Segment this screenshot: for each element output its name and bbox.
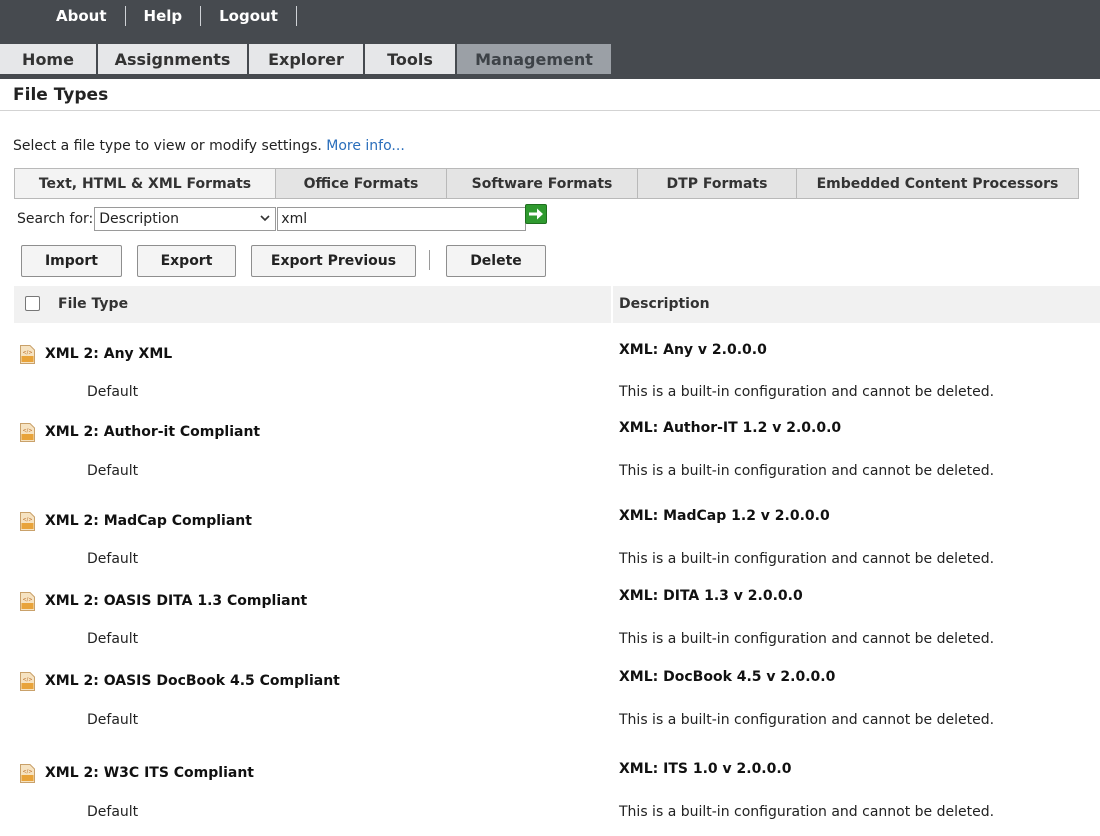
tab-dtp-formats[interactable]: DTP Formats bbox=[637, 168, 797, 199]
export-previous-button[interactable]: Export Previous bbox=[251, 245, 416, 277]
file-type-note: This is a built-in configuration and can… bbox=[619, 631, 995, 647]
svg-text:</>: </> bbox=[22, 597, 32, 603]
svg-text:</>: </> bbox=[22, 677, 32, 683]
tab-explorer[interactable]: Explorer bbox=[249, 44, 365, 74]
search-input[interactable]: xml bbox=[277, 207, 527, 231]
file-type-description: XML: DocBook 4.5 v 2.0.0.0 bbox=[619, 669, 836, 685]
file-type-note: This is a built-in configuration and can… bbox=[619, 384, 995, 400]
xml-file-icon: </> bbox=[20, 592, 35, 611]
file-type-note: This is a built-in configuration and can… bbox=[619, 463, 995, 479]
arrow-right-icon bbox=[529, 208, 543, 220]
tab-assignments[interactable]: Assignments bbox=[98, 44, 249, 74]
about-link[interactable]: About bbox=[38, 6, 126, 26]
xml-file-icon: </> bbox=[20, 672, 35, 691]
format-tabs-divider bbox=[14, 198, 1078, 199]
file-type-config: Default bbox=[87, 712, 139, 728]
file-type-name[interactable]: XML 2: W3C ITS Compliant bbox=[45, 765, 254, 781]
search-field-value: Description bbox=[99, 211, 180, 227]
file-type-config: Default bbox=[87, 631, 139, 647]
import-button[interactable]: Import bbox=[21, 245, 122, 277]
svg-text:</>: </> bbox=[22, 350, 32, 356]
header-description[interactable]: Description bbox=[619, 296, 710, 312]
file-type-config: Default bbox=[87, 384, 139, 400]
delete-button[interactable]: Delete bbox=[446, 245, 546, 277]
tab-software-formats[interactable]: Software Formats bbox=[446, 168, 638, 199]
xml-file-icon: </> bbox=[20, 345, 35, 364]
file-type-name[interactable]: XML 2: Author-it Compliant bbox=[45, 424, 260, 440]
search-row: Search for: Description xml bbox=[17, 206, 527, 232]
tab-management[interactable]: Management bbox=[457, 44, 611, 74]
xml-file-icon: </> bbox=[20, 423, 35, 442]
search-label: Search for: bbox=[17, 211, 94, 227]
search-input-value: xml bbox=[281, 211, 308, 227]
select-all-checkbox[interactable] bbox=[25, 296, 40, 311]
page-title: File Types bbox=[13, 85, 109, 105]
file-type-config: Default bbox=[87, 804, 139, 820]
file-type-name[interactable]: XML 2: OASIS DITA 1.3 Compliant bbox=[45, 593, 307, 609]
tab-office-formats[interactable]: Office Formats bbox=[275, 168, 447, 199]
top-links: About Help Logout bbox=[38, 5, 297, 27]
tab-text-html-xml[interactable]: Text, HTML & XML Formats bbox=[14, 168, 276, 199]
xml-file-icon: </> bbox=[20, 512, 35, 531]
file-type-name[interactable]: XML 2: MadCap Compliant bbox=[45, 513, 252, 529]
search-go-button[interactable] bbox=[525, 204, 547, 224]
button-separator bbox=[429, 250, 430, 270]
file-type-name[interactable]: XML 2: OASIS DocBook 4.5 Compliant bbox=[45, 673, 340, 689]
table-header: File Type Description bbox=[14, 286, 1100, 323]
tab-embedded-content[interactable]: Embedded Content Processors bbox=[796, 168, 1079, 199]
file-type-note: This is a built-in configuration and can… bbox=[619, 551, 995, 567]
file-type-config: Default bbox=[87, 463, 139, 479]
header-divider bbox=[611, 286, 613, 323]
format-tabs: Text, HTML & XML Formats Office Formats … bbox=[14, 168, 1079, 199]
tab-home[interactable]: Home bbox=[0, 44, 98, 74]
tab-tools[interactable]: Tools bbox=[365, 44, 457, 74]
intro-label: Select a file type to view or modify set… bbox=[13, 138, 322, 154]
header-file-type[interactable]: File Type bbox=[58, 296, 128, 312]
search-field-select[interactable]: Description bbox=[94, 207, 277, 231]
file-type-description: XML: Author-IT 1.2 v 2.0.0.0 bbox=[619, 420, 842, 436]
svg-text:</>: </> bbox=[22, 517, 32, 523]
file-type-note: This is a built-in configuration and can… bbox=[619, 712, 995, 728]
main-tabs: Home Assignments Explorer Tools Manageme… bbox=[0, 44, 611, 79]
file-type-description: XML: Any v 2.0.0.0 bbox=[619, 342, 767, 358]
title-divider bbox=[0, 110, 1100, 111]
top-bar: About Help Logout Home Assignments Explo… bbox=[0, 0, 1100, 79]
svg-text:</>: </> bbox=[22, 428, 32, 434]
file-type-config: Default bbox=[87, 551, 139, 567]
file-type-description: XML: ITS 1.0 v 2.0.0.0 bbox=[619, 761, 792, 777]
xml-file-icon: </> bbox=[20, 764, 35, 783]
help-link[interactable]: Help bbox=[126, 6, 202, 26]
file-type-description: XML: DITA 1.3 v 2.0.0.0 bbox=[619, 588, 803, 604]
logout-link[interactable]: Logout bbox=[201, 6, 297, 26]
export-button[interactable]: Export bbox=[137, 245, 236, 277]
intro-text: Select a file type to view or modify set… bbox=[13, 138, 405, 154]
file-type-note: This is a built-in configuration and can… bbox=[619, 804, 995, 820]
svg-text:</>: </> bbox=[22, 769, 32, 775]
file-type-name[interactable]: XML 2: Any XML bbox=[45, 346, 172, 362]
more-info-link[interactable]: More info... bbox=[326, 138, 405, 154]
chevron-down-icon bbox=[260, 215, 270, 222]
file-type-description: XML: MadCap 1.2 v 2.0.0.0 bbox=[619, 508, 830, 524]
